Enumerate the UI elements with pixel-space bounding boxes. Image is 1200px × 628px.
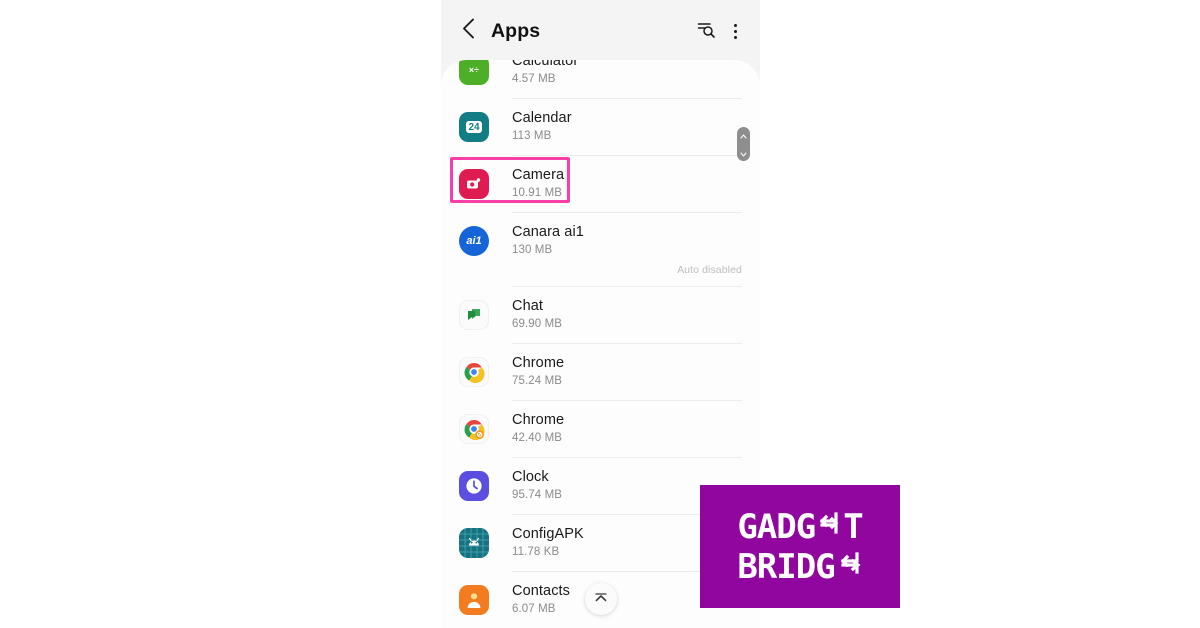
app-icon: [459, 414, 489, 444]
chevron-left-icon: [462, 18, 475, 44]
gadget-bridge-watermark: GADG T BRIDG: [700, 485, 900, 608]
app-icon: ai1: [459, 226, 489, 256]
watermark-text-gadg: GADG: [737, 506, 816, 547]
app-icon: [459, 528, 489, 558]
canara-icon-glyph: ai1: [466, 235, 482, 247]
calendar-icon: 24: [459, 112, 489, 142]
list-item[interactable]: ai1 Canara ai1 130 MB Auto disabled: [441, 213, 760, 287]
app-name: Chat: [512, 298, 544, 314]
list-item[interactable]: Camera 10.91 MB: [441, 156, 760, 213]
list-item-body: Chrome 75.24 MB: [512, 355, 742, 401]
list-scrollbar-thumb[interactable]: [737, 127, 750, 161]
app-size: 42.40 MB: [512, 432, 563, 444]
list-item-body: Calendar 113 MB: [512, 110, 742, 156]
app-icon: [459, 471, 489, 501]
list-item[interactable]: Chrome 42.40 MB: [441, 401, 760, 458]
chrome-icon: [459, 357, 489, 387]
chat-icon: [459, 300, 489, 330]
scroll-to-top-button[interactable]: [585, 583, 617, 615]
calculator-icon-glyph: ×÷: [468, 65, 480, 75]
app-status-note: Auto disabled: [677, 264, 742, 276]
list-item-body: Calculator 4.57 MB: [512, 60, 742, 99]
app-icon: 24: [459, 112, 489, 142]
watermark-text-t: T: [843, 506, 864, 547]
contacts-icon: [459, 585, 489, 615]
back-button[interactable]: [457, 16, 479, 46]
app-icon: [459, 169, 489, 199]
canara-icon: ai1: [459, 226, 489, 256]
app-size: 130 MB: [512, 244, 553, 256]
app-size: 69.90 MB: [512, 318, 563, 330]
chevron-down-icon: [740, 144, 747, 162]
list-item[interactable]: ×÷ Calculator 4.57 MB: [441, 60, 760, 99]
app-size: 75.24 MB: [512, 375, 563, 387]
camera-icon: [459, 169, 489, 199]
list-item-body: Chrome 42.40 MB: [512, 412, 742, 458]
watermark-line-1: GADG T: [737, 506, 864, 547]
chrome-beta-icon: [459, 414, 489, 444]
app-bar: Apps: [441, 0, 760, 62]
clock-icon: [459, 471, 489, 501]
app-icon: [459, 300, 489, 330]
app-name: Clock: [512, 469, 549, 485]
app-icon: [459, 585, 489, 615]
list-item[interactable]: Chat 69.90 MB: [441, 287, 760, 344]
list-item[interactable]: 24 Calendar 113 MB: [441, 99, 760, 156]
arrow-e-icon: [816, 508, 842, 546]
chevron-up-icon: [740, 126, 747, 144]
search-filter-icon: [696, 19, 716, 44]
watermark-text-bridg: BRIDG: [737, 546, 835, 587]
app-size: 4.57 MB: [512, 73, 556, 85]
app-size: 113 MB: [512, 130, 552, 142]
search-filter-button[interactable]: [692, 17, 720, 45]
overflow-menu-button[interactable]: [724, 17, 746, 45]
screenshot-canvas: Apps ×÷ Calculator 4.57 MB 24 Calendar 1…: [0, 0, 1200, 628]
configapk-icon: [459, 528, 489, 558]
app-icon: [459, 357, 489, 387]
app-icon: ×÷: [459, 60, 489, 85]
app-name: Calculator: [512, 60, 579, 69]
calendar-icon-glyph: 24: [466, 121, 482, 133]
chevron-up-icon: [593, 590, 609, 609]
page-title: Apps: [491, 19, 541, 42]
app-name: Calendar: [512, 110, 572, 126]
list-item-body: Chat 69.90 MB: [512, 298, 742, 344]
app-name: Camera: [512, 167, 565, 183]
app-name: Chrome: [512, 412, 565, 428]
list-item[interactable]: Chrome 75.24 MB: [441, 344, 760, 401]
overflow-menu-icon: [733, 22, 737, 40]
watermark-line-2: BRIDG: [737, 548, 862, 586]
arrow-e-icon: [837, 548, 863, 586]
app-name: Chrome: [512, 355, 565, 371]
calculator-icon: ×÷: [459, 60, 489, 85]
list-item-body: Camera 10.91 MB: [512, 167, 742, 213]
app-size: 10.91 MB: [512, 187, 563, 199]
list-item-body: Canara ai1 130 MB Auto disabled: [512, 224, 742, 287]
app-name: Canara ai1: [512, 224, 584, 240]
